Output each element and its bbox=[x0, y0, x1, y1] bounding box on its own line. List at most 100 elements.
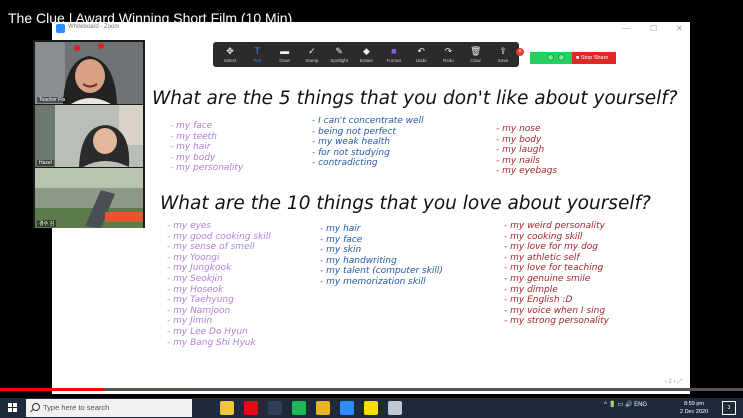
file-explorer-icon[interactable] bbox=[220, 401, 234, 415]
clear-icon: 🗑 bbox=[469, 46, 482, 56]
question-heading-love: What are the 10 things that you love abo… bbox=[160, 193, 651, 214]
stop-share-button[interactable]: ■ Stop Share bbox=[572, 52, 616, 64]
list-item: - my Seokjin bbox=[167, 273, 223, 284]
tool-label: Undo bbox=[415, 58, 427, 63]
app-icon[interactable] bbox=[388, 401, 402, 415]
list-item: - my body bbox=[496, 134, 542, 145]
list-item: - my Namjoon bbox=[167, 305, 231, 316]
select-icon: ✥ bbox=[226, 46, 234, 56]
spotify-icon[interactable] bbox=[292, 401, 306, 415]
tool-text-button[interactable]: T Text bbox=[243, 42, 271, 67]
list-item: - my nose bbox=[496, 124, 541, 134]
system-tray[interactable]: ^ 🔋 ▭ 🔊 ENG bbox=[604, 401, 647, 408]
search-icon bbox=[32, 403, 40, 411]
video-tile-hazel[interactable]: Hazel bbox=[35, 105, 143, 167]
list-item: - my eyes bbox=[167, 221, 212, 231]
list-item: - contradicting bbox=[312, 158, 378, 169]
search-placeholder: Type here to search bbox=[43, 403, 110, 412]
draw-icon: ▬ bbox=[280, 46, 290, 56]
dislike-list-col3: - my nose - my body - my laugh - my nails - … bbox=[496, 124, 557, 177]
list-item: - my Hoseok bbox=[167, 284, 224, 295]
list-item: - my hair bbox=[170, 142, 211, 153]
tool-stamp-button[interactable]: ✓ Stamp bbox=[298, 42, 326, 67]
list-item: - my cooking skill bbox=[504, 231, 583, 242]
tool-format-button[interactable]: ■ Format bbox=[380, 42, 408, 67]
taskbar-clock[interactable]: 8:59 pm 2 Dec 2020 bbox=[680, 400, 708, 416]
notification-center-icon[interactable]: 3 bbox=[722, 401, 736, 415]
info-icon[interactable] bbox=[558, 54, 565, 61]
list-item: - my face bbox=[320, 234, 363, 245]
tool-spotlight-button[interactable]: ✎ Spotlight bbox=[325, 42, 353, 67]
zoom-whiteboard-window: Whiteboard - Zoom — ☐ ✕ ✥ Select T Text ▬ Dra… bbox=[52, 22, 690, 394]
dislike-list-col2: - I can't concentrate well - being not pe… bbox=[312, 116, 424, 169]
list-item: - my Taehyung bbox=[167, 295, 234, 306]
list-item: - my Jungkook bbox=[167, 263, 232, 274]
participant-video-image bbox=[35, 105, 143, 167]
tool-label: Stamp bbox=[305, 58, 319, 63]
list-item: - my body bbox=[170, 152, 216, 163]
maximize-icon[interactable]: ☐ bbox=[650, 22, 657, 35]
participant-name: Teacher Pia bbox=[37, 97, 68, 103]
window-title: Whiteboard - Zoom bbox=[68, 24, 120, 30]
list-item: - my Bang Shi Hyuk bbox=[167, 337, 256, 348]
list-item: - I can't concentrate well bbox=[312, 116, 424, 126]
list-item: - my laugh bbox=[496, 145, 545, 156]
list-item: - my love for my dog bbox=[504, 242, 598, 253]
taskbar-search-input[interactable]: Type here to search bbox=[26, 399, 192, 417]
tool-label: Format bbox=[386, 58, 401, 63]
love-list-col3: - my weird personality - my cooking skill… bbox=[504, 221, 609, 327]
list-item: - my weak health bbox=[312, 137, 391, 148]
close-icon[interactable]: ✕ bbox=[676, 22, 683, 35]
list-item: - my voice when I sing bbox=[504, 305, 606, 316]
dislike-list-col1: - my face - my teeth - my hair - my body - m… bbox=[170, 121, 243, 174]
tool-label: Redo bbox=[443, 58, 454, 63]
love-list-col2: - my hair - my face - my skin - my handwrit… bbox=[320, 224, 443, 288]
list-item: - my genuine smile bbox=[504, 273, 591, 284]
tool-label: Save bbox=[497, 58, 509, 63]
tool-draw-button[interactable]: ▬ Draw bbox=[271, 42, 299, 67]
page-navigation[interactable]: ‹ 2 › ⤢ bbox=[665, 379, 682, 386]
question-heading-dislike: What are the 5 things that you don't lik… bbox=[152, 88, 678, 109]
list-item: - my hair bbox=[320, 224, 361, 234]
tool-clear-button[interactable]: 🗑 Clear bbox=[462, 42, 490, 67]
participant-video-image bbox=[35, 42, 143, 104]
tool-label: Clear bbox=[470, 58, 482, 63]
clock-time: 8:59 pm bbox=[684, 401, 704, 407]
list-item: - my strong personality bbox=[504, 316, 609, 327]
toolbar-close-icon[interactable]: × bbox=[516, 48, 524, 56]
tool-redo-button[interactable]: ↷ Redo bbox=[434, 42, 462, 67]
eraser-icon: ◆ bbox=[363, 46, 370, 56]
video-progress-bar[interactable] bbox=[0, 388, 743, 391]
video-tile-teacher[interactable]: Teacher Pia bbox=[35, 42, 143, 104]
list-item: - my personality bbox=[170, 163, 244, 174]
minimize-icon[interactable]: — bbox=[622, 22, 630, 35]
clock-date: 2 Dec 2020 bbox=[680, 409, 709, 415]
participant-name: 경수 김 bbox=[37, 220, 57, 227]
task-view-icon[interactable] bbox=[196, 401, 210, 415]
participant-video-image bbox=[35, 168, 143, 228]
tool-save-button[interactable]: ⇪ Save bbox=[489, 42, 517, 67]
tool-label: Spotlight bbox=[330, 58, 348, 63]
zoom-app-icon bbox=[56, 24, 65, 33]
video-tile-kyungsoo[interactable]: 경수 김 bbox=[35, 168, 143, 228]
list-item: - my eyebags bbox=[496, 166, 558, 177]
zoom-icon[interactable] bbox=[340, 401, 354, 415]
text-icon: T bbox=[254, 46, 261, 56]
tool-label: Text bbox=[253, 58, 262, 63]
spotlight-icon: ✎ bbox=[335, 46, 343, 56]
tool-select-button[interactable]: ✥ Select bbox=[216, 42, 244, 67]
windows-start-icon[interactable] bbox=[8, 403, 18, 413]
list-item: - my love for teaching bbox=[504, 263, 604, 274]
format-icon: ■ bbox=[391, 46, 397, 56]
shield-icon[interactable] bbox=[547, 54, 554, 61]
chrome-icon[interactable] bbox=[316, 401, 330, 415]
list-item: - my good cooking skill bbox=[167, 231, 271, 242]
list-item: - my dimple bbox=[504, 284, 558, 295]
movies-icon[interactable] bbox=[268, 401, 282, 415]
tool-eraser-button[interactable]: ◆ Eraser bbox=[353, 42, 381, 67]
participant-name: Hazel bbox=[37, 160, 54, 166]
tool-undo-button[interactable]: ↶ Undo bbox=[407, 42, 435, 67]
kakaotalk-icon[interactable] bbox=[364, 401, 378, 415]
list-item: - my weird personality bbox=[504, 221, 605, 231]
netflix-icon[interactable] bbox=[244, 401, 258, 415]
